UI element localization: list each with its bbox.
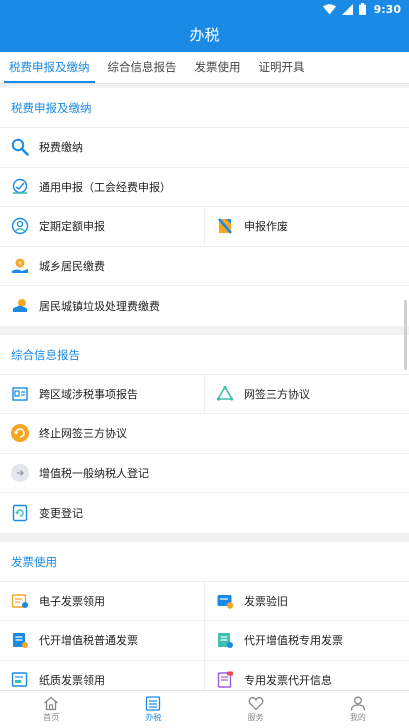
terminate-circle-icon [10,423,30,443]
search-icon [10,137,30,157]
main-content[interactable]: 税费申报及缴纳 税费缴纳 通用申报（工会经费申报） 定期定额申报 申报作废 ¥ … [0,88,409,690]
menu-item-label: 增值税一般纳税人登记 [39,466,149,480]
menu-item-tax-payment[interactable]: 税费缴纳 [0,128,409,167]
menu-row: 纸质发票领用 专用发票代开信息 [0,660,409,691]
menu-item-online-agreement[interactable]: 网签三方协议 [205,375,409,414]
menu-row: 终止网签三方协议 [0,414,409,454]
menu-item-change-registration[interactable]: 变更登记 [0,493,409,533]
status-time: 9:30 [373,2,401,16]
menu-item-label: 代开增值税普通发票 [39,634,138,648]
menu-item-fixed-quota-filing[interactable]: 定期定额申报 [0,207,205,246]
menu-item-vat-registration[interactable]: 增值税一般纳税人登记 [0,454,409,493]
menu-item-invoice-verify[interactable]: 发票验旧 [205,582,409,621]
menu-row: 通用申报（工会经费申报） [0,168,409,207]
menu-item-vat-special-invoice[interactable]: 代开增值税专用发票 [205,621,409,660]
menu-item-label: 变更登记 [39,506,83,520]
special-invoice-icon [215,630,235,650]
battery-icon [358,3,366,15]
menu-item-label: 电子发票领用 [39,594,105,608]
section-tax-filing: 税费申报及缴纳 税费缴纳 通用申报（工会经费申报） 定期定额申报 申报作废 ¥ … [0,88,409,326]
tab-invoice[interactable]: 发票使用 [186,51,250,83]
menu-item-e-invoice-claim[interactable]: 电子发票领用 [0,581,205,620]
tab-certificate[interactable]: 证明开具 [250,51,314,83]
menu-item-paper-invoice-claim[interactable]: 纸质发票领用 [0,660,205,690]
svg-text:¥: ¥ [18,260,22,267]
menu-row: 居民城镇垃圾处理费缴费 [0,286,409,326]
menu-item-label: 发票验旧 [244,594,288,608]
nav-label: 服务 [247,713,264,722]
tab-info-report[interactable]: 综合信息报告 [99,51,186,83]
menu-item-label: 终止网签三方协议 [39,427,127,441]
menu-item-garbage-fee[interactable]: 居民城镇垃圾处理费缴费 [0,286,409,326]
cloud-coin-icon [10,296,30,316]
menu-item-general-filing[interactable]: 通用申报（工会经费申报） [0,168,409,207]
menu-item-label: 定期定额申报 [39,220,105,234]
nav-label: 我的 [349,713,366,722]
menu-row: 电子发票领用 发票验旧 [0,581,409,621]
section-title: 税费申报及缴纳 [0,88,409,128]
menu-item-label: 城乡居民缴费 [39,259,105,273]
home-icon [44,696,59,711]
menu-item-terminate-agreement[interactable]: 终止网签三方协议 [0,414,409,453]
heart-icon [248,696,264,711]
e-invoice-icon [10,591,30,611]
triangle-sync-icon [215,384,235,404]
menu-item-label: 申报作废 [244,220,288,234]
status-bar: 9:30 [0,0,409,18]
menu-row: 增值税一般纳税人登记 [0,454,409,493]
menu-item-label: 税费缴纳 [39,141,83,155]
page-title: 办税 [0,18,409,52]
section-info-report: 综合信息报告 跨区域涉税事项报告 网签三方协议 终止网签三方协议 增值税一般纳税… [0,334,409,533]
menu-item-cross-region-report[interactable]: 跨区域涉税事项报告 [0,374,205,413]
menu-item-label: 网签三方协议 [244,387,310,401]
nav-label: 办税 [145,713,162,722]
hand-document-icon [10,177,30,197]
paper-invoice-icon [10,670,30,690]
menu-item-special-invoice-info[interactable]: 专用发票代开信息 [205,661,409,691]
list-icon [146,696,161,711]
section-invoice: 发票使用 电子发票领用 发票验旧 代开增值税普通发票 代开增值税专用发票 纸质发… [0,541,409,691]
menu-item-urban-rural-fee[interactable]: ¥ 城乡居民缴费 [0,247,409,286]
invoice-info-icon [215,670,235,690]
menu-item-label: 居民城镇垃圾处理费缴费 [39,299,160,313]
wifi-icon [322,3,336,14]
menu-row: 定期定额申报 申报作废 [0,207,409,247]
section-title: 发票使用 [0,542,409,582]
menu-item-label: 纸质发票领用 [39,674,105,688]
menu-item-label: 跨区域涉税事项报告 [39,387,138,401]
menu-item-label: 专用发票代开信息 [244,674,332,688]
invoice-verify-icon [215,591,235,611]
tab-tax-filing[interactable]: 税费申报及缴纳 [0,51,99,83]
menu-row: 变更登记 [0,493,409,533]
void-document-icon [215,216,235,236]
report-card-icon [10,384,30,404]
bottom-nav: 首页 办税 服务 我的 [0,690,409,728]
nav-label: 首页 [43,713,60,722]
menu-row: ¥ 城乡居民缴费 [0,247,409,286]
normal-invoice-icon [10,630,30,650]
menu-row: 代开增值税普通发票 代开增值税专用发票 [0,621,409,661]
nav-service[interactable]: 服务 [205,691,307,728]
menu-item-label: 通用申报（工会经费申报） [39,180,171,194]
menu-row: 税费缴纳 [0,128,409,168]
coin-hand-icon: ¥ [10,256,30,276]
add-circle-icon [10,463,30,483]
scrollbar[interactable] [404,300,407,370]
nav-mine[interactable]: 我的 [307,691,409,728]
refresh-document-icon [10,503,30,523]
person-circle-icon [10,216,30,236]
menu-item-filing-void[interactable]: 申报作废 [205,207,409,246]
user-icon [350,696,366,711]
menu-item-vat-normal-invoice[interactable]: 代开增值税普通发票 [0,621,205,660]
nav-home[interactable]: 首页 [0,691,102,728]
tab-bar: 税费申报及缴纳 综合信息报告 发票使用 证明开具 [0,52,409,84]
menu-item-label: 代开增值税专用发票 [244,634,343,648]
signal-icon [341,3,353,15]
section-title: 综合信息报告 [0,335,409,375]
menu-row: 跨区域涉税事项报告 网签三方协议 [0,374,409,414]
nav-tax[interactable]: 办税 [102,691,204,728]
